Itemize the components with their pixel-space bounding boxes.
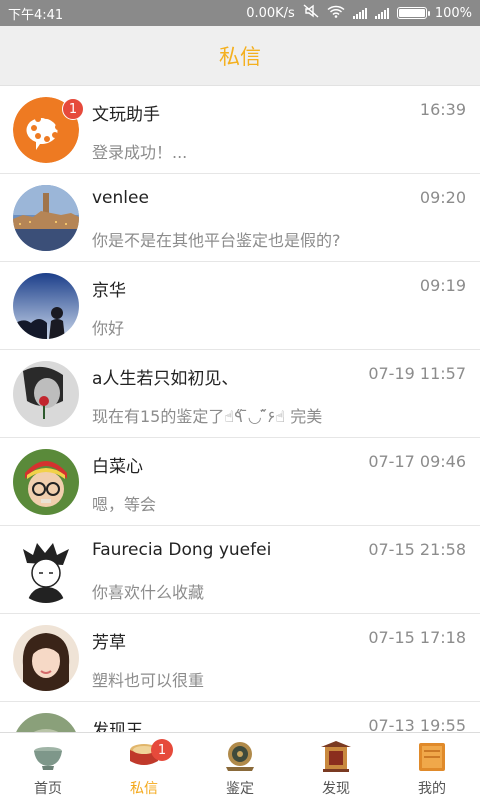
- status-bar: 下午4:41 0.00K/s 100%: [0, 0, 480, 26]
- conversation-row[interactable]: 1 文玩助手 16:39 登录成功！...: [0, 86, 480, 174]
- contact-name: 白菜心: [92, 457, 143, 477]
- contact-name: venlee: [92, 188, 149, 208]
- contact-name: 芳草: [92, 633, 126, 653]
- message-time: 09:20: [419, 188, 466, 207]
- contact-name: 发现王: [92, 721, 143, 732]
- mirror-icon: [226, 742, 254, 771]
- conversation-list[interactable]: 1 文玩助手 16:39 登录成功！... venlee 09:20 你是不是在…: [0, 86, 480, 732]
- contact-avatar: [13, 273, 79, 339]
- message-time: 07-15 17:18: [368, 628, 466, 647]
- contact-avatar: [13, 185, 79, 251]
- message-preview: 塑料也可以很重: [92, 671, 205, 690]
- unread-badge: 1: [62, 98, 84, 120]
- message-preview: 嗯，等会: [92, 495, 157, 514]
- conversation-row[interactable]: venlee 09:20 你是不是在其他平台鉴定也是假的?: [0, 174, 480, 262]
- signal-icon-2: [374, 7, 389, 19]
- tab-badge: 1: [151, 739, 173, 761]
- tab-home[interactable]: 首页: [0, 733, 96, 800]
- message-time: 07-17 09:46: [368, 452, 466, 471]
- wifi-icon: [327, 5, 345, 22]
- contact-avatar: [13, 713, 79, 732]
- tab-profile[interactable]: 我的: [384, 733, 480, 800]
- signal-icon: [352, 7, 367, 19]
- conversation-row[interactable]: 发现王 07-13 19:55: [0, 702, 480, 732]
- tab-label: 发现: [322, 781, 350, 797]
- message-preview: 登录成功！...: [92, 143, 188, 162]
- tab-label: 我的: [418, 781, 446, 797]
- bottom-tab-bar: 首页 1 私信 鉴定 发现 我的: [0, 732, 480, 800]
- message-time: 07-15 21:58: [368, 540, 466, 559]
- tab-label: 首页: [34, 781, 62, 797]
- message-time: 07-19 11:57: [368, 364, 466, 383]
- contact-avatar: [13, 361, 79, 427]
- message-preview: 现在有15的鉴定了☝٩̋ ̄◡ ̄̋۶☝ 完美: [92, 407, 323, 426]
- battery-icon: [396, 7, 430, 19]
- tab-label: 鉴定: [226, 781, 254, 797]
- tab-messages[interactable]: 1 私信: [96, 733, 192, 800]
- conversation-row[interactable]: a人生若只如初见、 07-19 11:57 现在有15的鉴定了☝٩̋ ̄◡ ̄̋…: [0, 350, 480, 438]
- contact-name: 文玩助手: [92, 105, 160, 125]
- contact-avatar: [13, 449, 79, 515]
- mute-icon: [303, 4, 319, 22]
- bowl-icon: [34, 747, 62, 770]
- contact-name: a人生若只如初见、: [92, 369, 239, 389]
- tab-label: 私信: [130, 781, 158, 797]
- contact-name: Faurecia Dong yuefei: [92, 540, 272, 560]
- tab-appraise[interactable]: 鉴定: [192, 733, 288, 800]
- network-speed: 0.00K/s: [246, 5, 295, 21]
- page-title: 私信: [219, 44, 261, 69]
- contact-avatar: [13, 537, 79, 603]
- app-header: 私信: [0, 26, 480, 86]
- tab-discover[interactable]: 发现: [288, 733, 384, 800]
- box-icon: [419, 743, 445, 771]
- message-preview: 你喜欢什么收藏: [92, 583, 205, 602]
- message-time: 09:19: [419, 276, 466, 295]
- battery-level: 100%: [434, 5, 472, 21]
- conversation-row[interactable]: 芳草 07-15 17:18 塑料也可以很重: [0, 614, 480, 702]
- conversation-row[interactable]: 京华 09:19 你好: [0, 262, 480, 350]
- shrine-icon: [321, 741, 351, 772]
- message-time: 16:39: [419, 100, 466, 119]
- conversation-row[interactable]: 白菜心 07-17 09:46 嗯，等会: [0, 438, 480, 526]
- message-preview: 你好: [92, 319, 125, 338]
- contact-name: 京华: [92, 281, 126, 301]
- status-time: 下午4:41: [8, 7, 64, 23]
- conversation-row[interactable]: Faurecia Dong yuefei 07-15 21:58 你喜欢什么收藏: [0, 526, 480, 614]
- contact-avatar: [13, 625, 79, 691]
- message-preview: 你是不是在其他平台鉴定也是假的?: [92, 231, 341, 250]
- message-time: 07-13 19:55: [368, 716, 466, 732]
